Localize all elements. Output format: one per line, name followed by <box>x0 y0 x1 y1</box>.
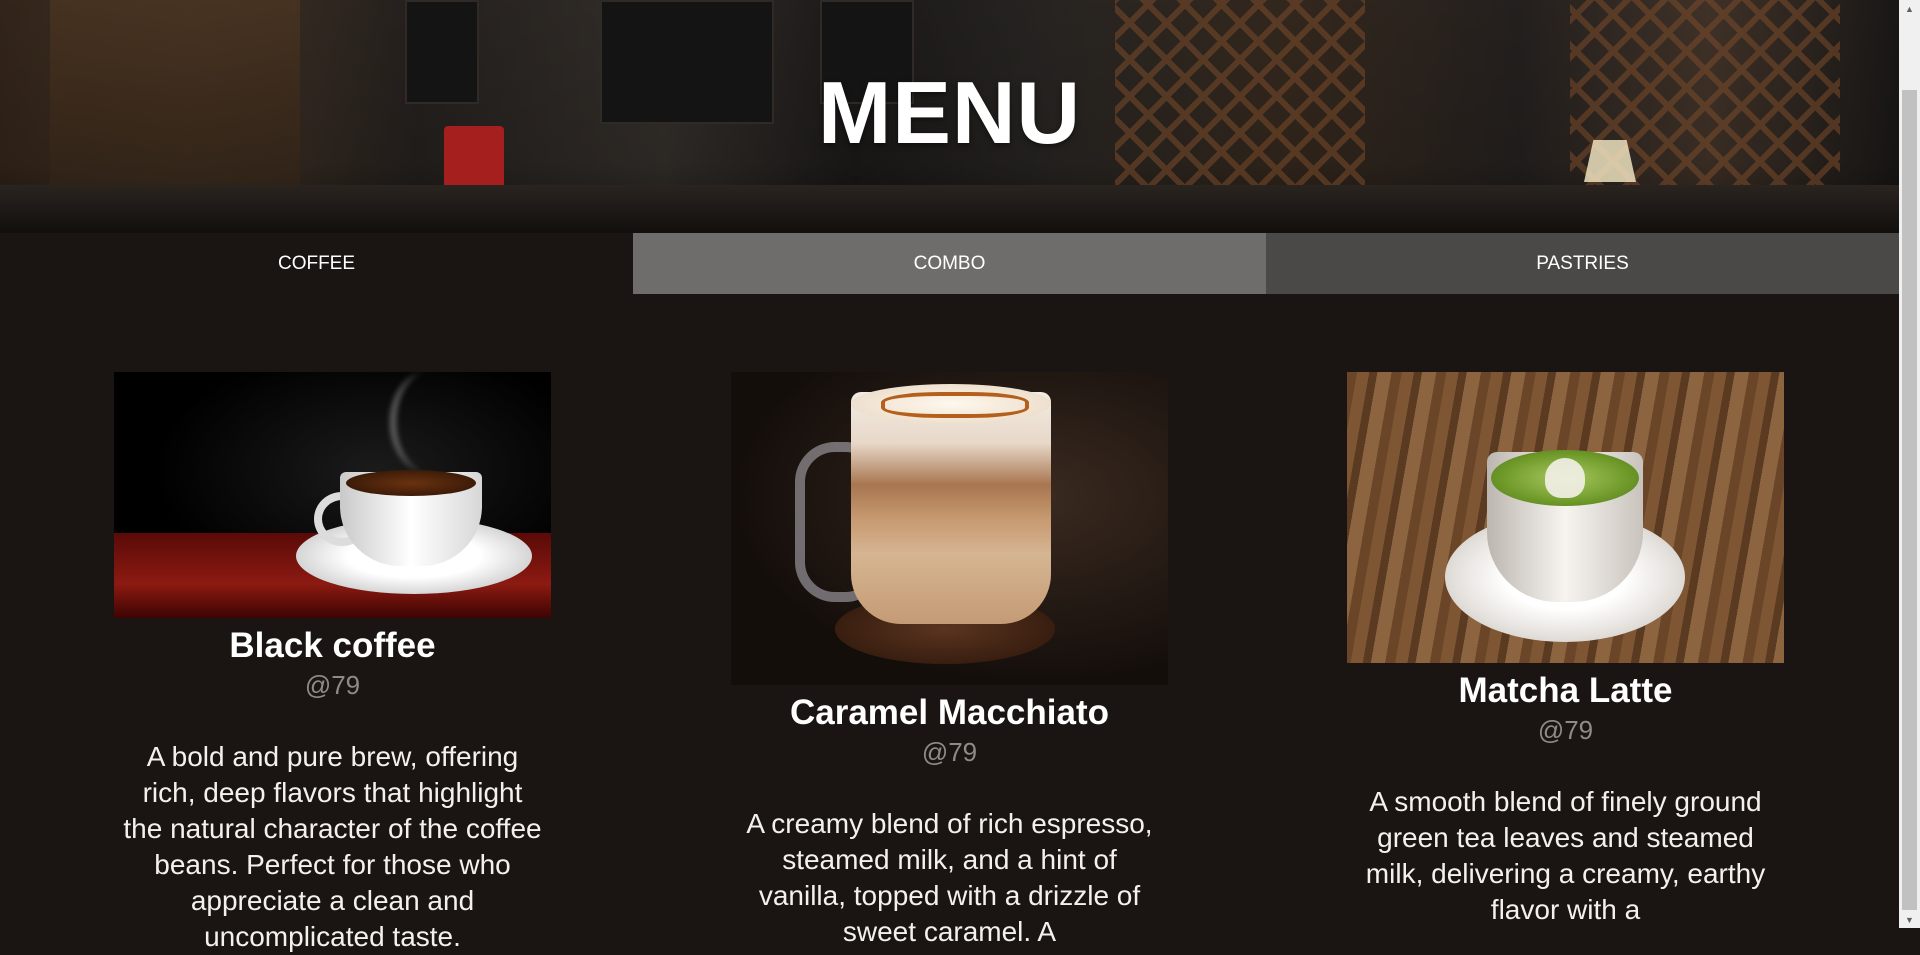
hero-banner: MENU <box>0 0 1899 233</box>
black-coffee-image <box>114 372 551 618</box>
triangle-down-icon[interactable]: ▼ <box>1899 911 1920 928</box>
triangle-up-icon[interactable]: ▲ <box>1899 0 1920 17</box>
menu-card: Caramel Macchiato @79 A creamy blend of … <box>731 372 1168 950</box>
item-description: A bold and pure brew, offering rich, dee… <box>123 741 542 952</box>
item-name: Matcha Latte <box>1458 671 1673 710</box>
item-price: @79 <box>1537 715 1594 745</box>
tab-coffee[interactable]: COFFEE <box>0 233 633 294</box>
item-price: @79 <box>921 737 978 767</box>
counter-decor <box>0 185 1899 233</box>
menu-card: Black coffee @79 A bold and pure brew, o… <box>114 372 551 955</box>
menu-card: Matcha Latte @79 A smooth blend of finel… <box>1347 372 1784 928</box>
item-description: A smooth blend of finely ground green te… <box>1365 786 1766 925</box>
vertical-scrollbar[interactable]: ▲ ▼ <box>1899 0 1920 928</box>
item-price: @79 <box>304 670 361 700</box>
scrollbar-thumb[interactable] <box>1902 90 1917 910</box>
item-name: Caramel Macchiato <box>789 693 1110 732</box>
tab-pastries[interactable]: PASTRIES <box>1266 233 1899 294</box>
item-name: Black coffee <box>229 626 436 665</box>
item-description: A creamy blend of rich espresso, steamed… <box>746 808 1153 947</box>
page-title: MENU <box>817 63 1082 162</box>
matcha-latte-image <box>1347 372 1784 663</box>
category-tabs: COFFEE COMBO PASTRIES <box>0 233 1899 294</box>
caramel-macchiato-image <box>731 372 1168 685</box>
tab-combo[interactable]: COMBO <box>633 233 1266 294</box>
